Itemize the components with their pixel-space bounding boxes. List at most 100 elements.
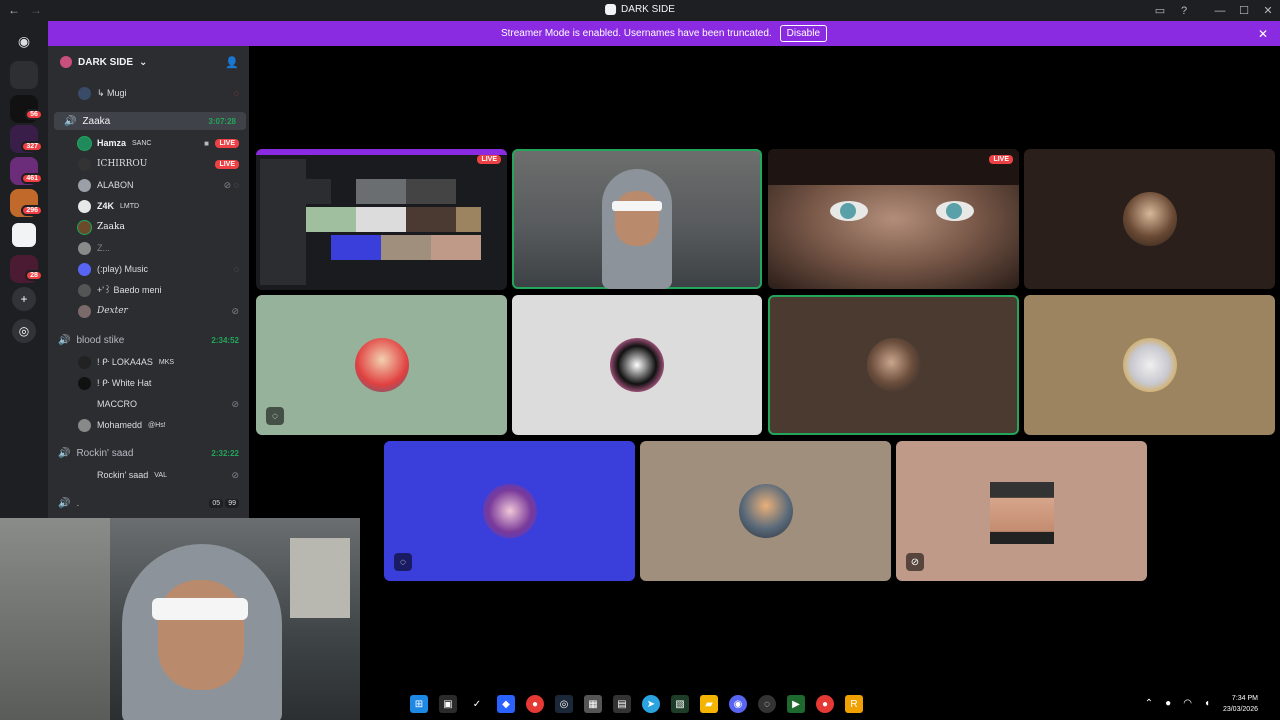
voice-channel-zaaka[interactable]: 🔊 Zaaka 3:07:28 (54, 112, 246, 130)
app-icon[interactable]: ▶ (787, 695, 805, 713)
user-name: Z4K (97, 201, 115, 211)
checkmark-app-icon[interactable]: ✓ (468, 695, 486, 713)
telegram-icon[interactable]: ➤ (642, 695, 660, 713)
voice-user-row[interactable]: ↳ Mugi ◌ (48, 84, 249, 102)
voice-channel-rockin-saad[interactable]: 🔊 Rockin' saad 2:32:22 (48, 444, 249, 462)
unread-badge: 327 (21, 141, 43, 152)
user-avatar (866, 338, 921, 392)
avatar (78, 418, 91, 432)
video-tile-avatar[interactable]: ⊘ (896, 441, 1147, 581)
user-tag: SANC (132, 139, 152, 147)
voice-user-row[interactable]: Z4K LMTD (48, 197, 249, 215)
back-arrow-icon[interactable]: ← (8, 3, 20, 17)
video-tile-camera-speaking[interactable] (512, 149, 762, 289)
avatar (78, 468, 91, 482)
channel-name: blood stike (76, 334, 125, 346)
avatar (78, 283, 91, 297)
invite-people-icon[interactable]: 👤 (225, 56, 239, 69)
discord-home-icon[interactable]: ◉ (10, 27, 38, 55)
hair (768, 149, 1019, 185)
start-icon[interactable]: ⊞ (410, 695, 428, 713)
forward-arrow-icon[interactable]: → (30, 3, 42, 17)
user-name: ↳ Mugi (97, 87, 127, 98)
screenshare-tile (306, 179, 331, 204)
task-view-icon[interactable]: ▣ (439, 695, 457, 713)
disable-streamer-mode-button[interactable]: Disable (779, 25, 828, 42)
unread-badge: 461 (21, 173, 43, 184)
add-server-icon[interactable]: + (12, 287, 36, 311)
screenshare-banner (256, 149, 507, 155)
window-controls: ▭ ? — ☐ ✕ (1148, 0, 1280, 21)
screenshare-tile (381, 235, 431, 260)
video-tile-avatar[interactable]: ◌ (256, 295, 507, 435)
voice-channel-dot[interactable]: 🔊 . 05 99 (48, 494, 249, 512)
person-face (615, 191, 659, 246)
voice-user-row[interactable]: Rockin' saad VAL ⊘ (48, 466, 249, 484)
avatar (78, 376, 91, 390)
discover-icon[interactable]: ◎ (12, 319, 36, 343)
inbox-icon[interactable]: ▭ (1148, 4, 1172, 17)
voice-user-row[interactable]: Mohamedd @Hs! (48, 416, 249, 434)
video-tile-avatar-speaking[interactable] (768, 295, 1019, 435)
windows-taskbar: ⊞ ▣ ✓ ◆ ● ◎ ▦ ▤ ➤ ▧ ▰ ◉ ◌ ▶ ● R ⌃ ● ◠ ◖ … (360, 688, 1280, 720)
voice-user-row[interactable]: +'꒱ Baedo meni (48, 281, 249, 299)
maximize-icon[interactable]: ☐ (1232, 4, 1256, 17)
video-tile-avatar[interactable]: ◌ (384, 441, 635, 581)
wifi-icon[interactable]: ◠ (1183, 698, 1192, 709)
voice-channel-blood-stike[interactable]: 🔊 blood stike 2:34:52 (48, 331, 249, 349)
app-icon[interactable]: ◌ (758, 695, 776, 713)
chevron-up-icon[interactable]: ⌃ (1145, 698, 1153, 709)
voice-user-row[interactable]: ALABON ⊘ ◌ (48, 176, 249, 194)
video-tile-avatar[interactable] (1024, 295, 1275, 435)
video-tile-avatar[interactable] (1024, 149, 1275, 289)
window-title: DARK SIDE (605, 4, 675, 15)
minimize-icon[interactable]: — (1208, 5, 1232, 17)
deafened-icon: ◌ (394, 553, 412, 571)
voice-user-row[interactable]: ! ᑷ LOKA4AS MKS (48, 353, 249, 371)
volume-icon[interactable]: ◖ (1204, 698, 1210, 709)
steam-icon[interactable]: ◎ (555, 695, 573, 713)
close-banner-icon[interactable]: ✕ (1258, 27, 1268, 41)
help-icon[interactable]: ? (1172, 5, 1196, 17)
server-icon-1[interactable] (10, 61, 38, 89)
title-bar: ← → DARK SIDE ▭ ? — ☐ ✕ (0, 0, 1280, 21)
microphone-icon[interactable]: ● (1165, 698, 1171, 709)
terminal-icon[interactable]: ▤ (613, 695, 631, 713)
server-header[interactable]: DARK SIDE ⌄ 👤 (48, 46, 249, 78)
file-explorer-icon[interactable]: ▰ (700, 695, 718, 713)
user-name: Rockin' saad (97, 470, 149, 480)
avatar (78, 220, 91, 234)
voice-user-row[interactable]: (:play) Music ◌ (48, 260, 249, 278)
discord-taskbar-icon[interactable]: ◉ (729, 695, 747, 713)
voice-user-row[interactable]: ! ᑷ White Hat (48, 374, 249, 392)
chrome-icon[interactable]: ● (526, 695, 544, 713)
clock[interactable]: 7:34 PM 23/03/2026 (1223, 693, 1258, 715)
video-tile-avatar[interactable] (640, 441, 891, 581)
screenshare-tile (306, 207, 356, 232)
video-tile-stream-eyes[interactable]: LIVE (768, 149, 1019, 289)
clock-date: 23/03/2026 (1222, 706, 1258, 713)
voice-user-row[interactable]: ICHIRROU LIVE (48, 155, 249, 173)
voice-user-row[interactable]: Z... (48, 239, 249, 257)
store-icon[interactable]: ▦ (584, 695, 602, 713)
server-rail: ◉ 56 327 461 296 28 + ◎ (0, 21, 48, 521)
white-glasses (152, 598, 248, 620)
app-icon[interactable]: ▧ (671, 695, 689, 713)
video-tile-screenshare[interactable]: LIVE (256, 149, 507, 290)
voice-user-row[interactable]: MACCRO ⊘ (48, 395, 249, 413)
user-avatar (354, 338, 409, 392)
app-icon[interactable]: R (845, 695, 863, 713)
voice-user-row[interactable]: Dexter ⊘ (48, 302, 249, 320)
video-tile-avatar[interactable] (512, 295, 762, 435)
live-badge: LIVE (215, 159, 239, 169)
live-badge: LIVE (215, 138, 239, 148)
window-title-text: DARK SIDE (621, 4, 675, 15)
server-icon-dark-side[interactable] (10, 221, 38, 249)
chrome-icon[interactable]: ● (816, 695, 834, 713)
unread-badge: 56 (25, 109, 43, 120)
app-icon[interactable]: ◆ (497, 695, 515, 713)
voice-user-row[interactable]: Hamza SANC ■ LIVE (48, 134, 249, 152)
screenshare-sidebar (260, 159, 306, 285)
close-window-icon[interactable]: ✕ (1256, 4, 1280, 17)
voice-user-row[interactable]: Zaaka (48, 218, 249, 236)
